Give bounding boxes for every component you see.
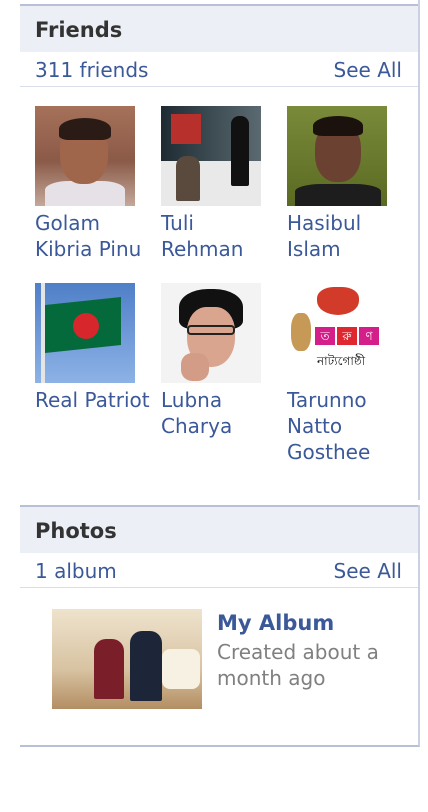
friend-avatar[interactable] (161, 106, 261, 206)
photos-subbar: 1 album See All (20, 553, 418, 588)
friend-avatar[interactable] (161, 283, 261, 383)
avatar-badge-letter: রু (337, 327, 357, 345)
friend-name[interactable]: Tarunno Natto Gosthee (287, 387, 407, 465)
photos-see-all-link[interactable]: See All (334, 559, 402, 583)
friend-name[interactable]: Real Patriot (35, 387, 155, 413)
album-title-link[interactable]: My Album (217, 611, 334, 635)
friend-card[interactable]: Hasibul Islam (287, 106, 407, 262)
avatar-badge-letter: ণ (359, 327, 379, 345)
photos-panel: Photos 1 album See All My Album Created … (20, 505, 420, 747)
photos-header: Photos (20, 505, 418, 553)
photos-title: Photos (35, 519, 117, 543)
album-meta: Created about a month ago (217, 640, 379, 690)
avatar-badge-letter: ত (315, 327, 335, 345)
friend-avatar[interactable] (35, 106, 135, 206)
photos-count-link[interactable]: 1 album (35, 559, 117, 583)
friend-avatar[interactable] (287, 106, 387, 206)
friend-name[interactable]: Golam Kibria Pinu (35, 210, 155, 262)
friends-see-all-link[interactable]: See All (334, 58, 402, 82)
friend-card[interactable]: Golam Kibria Pinu (35, 106, 155, 262)
friend-name[interactable]: Lubna Charya (161, 387, 281, 439)
avatar-caption: নাট্যগোষ্ঠী (317, 354, 366, 368)
friends-title: Friends (35, 18, 123, 42)
friend-name[interactable]: Hasibul Islam (287, 210, 407, 262)
friends-panel: Friends 311 friends See All Golam Kibria… (20, 0, 420, 500)
friends-header: Friends (20, 4, 418, 52)
friend-card[interactable]: Lubna Charya (161, 283, 281, 439)
album-thumbnail[interactable] (52, 609, 202, 709)
friend-avatar[interactable]: ত রু ণ নাট্যগোষ্ঠী (287, 283, 387, 383)
friends-count-link[interactable]: 311 friends (35, 58, 148, 82)
friend-avatar[interactable] (35, 283, 135, 383)
friend-card[interactable]: ত রু ণ নাট্যগোষ্ঠী Tarunno Natto Gosthee (287, 283, 407, 465)
friends-subbar: 311 friends See All (20, 52, 418, 87)
friend-card[interactable]: Real Patriot (35, 283, 155, 413)
friend-name[interactable]: Tuli Rehman (161, 210, 281, 262)
friend-card[interactable]: Tuli Rehman (161, 106, 281, 262)
